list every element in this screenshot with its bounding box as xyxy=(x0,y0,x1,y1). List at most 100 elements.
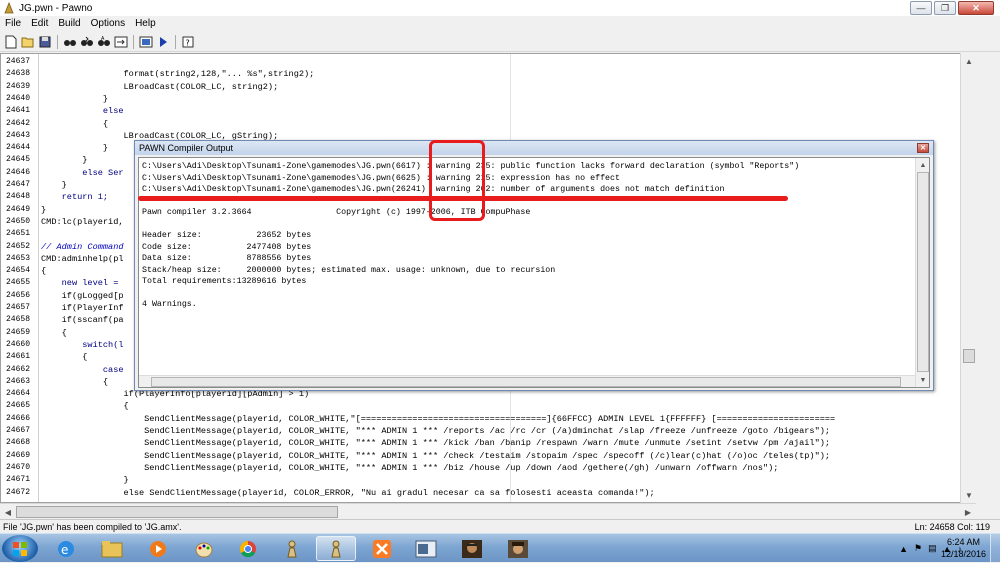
line-number: 24656 xyxy=(6,290,31,300)
code-line[interactable]: else Ser xyxy=(41,167,123,179)
find-next-icon[interactable] xyxy=(79,34,95,50)
open-folder-icon[interactable] xyxy=(20,34,36,50)
maximize-button[interactable]: ❐ xyxy=(934,1,956,15)
menu-build[interactable]: Build xyxy=(53,18,85,29)
goto-icon[interactable] xyxy=(113,34,129,50)
line-number: 24657 xyxy=(6,303,31,312)
code-line[interactable]: SendClientMessage(playerid, COLOR_WHITE,… xyxy=(41,462,778,474)
compiler-output-text[interactable]: C:\Users\Adi\Desktop\Tsunami-Zone\gamemo… xyxy=(138,157,930,388)
code-line[interactable]: SendClientMessage(playerid, COLOR_WHITE,… xyxy=(41,413,835,425)
code-line[interactable]: new level = xyxy=(41,277,119,289)
menu-edit[interactable]: Edit xyxy=(26,18,53,29)
menu-help[interactable]: Help xyxy=(130,18,161,29)
scrollbar-thumb[interactable] xyxy=(16,506,338,518)
scroll-right-arrow-icon[interactable]: ▶ xyxy=(960,504,976,520)
scroll-up-arrow-icon[interactable]: ▲ xyxy=(961,53,977,69)
editor-horizontal-scrollbar[interactable]: ◀ ▶ xyxy=(0,503,976,519)
code-line[interactable]: switch(l xyxy=(41,339,123,351)
tray-arrow-icon[interactable]: ▲ xyxy=(899,544,908,554)
toolbar-separator xyxy=(133,34,134,49)
toolbar-separator xyxy=(175,34,176,49)
code-line[interactable]: CMD:lc(playerid, xyxy=(41,216,124,228)
menu-options[interactable]: Options xyxy=(86,18,130,29)
taskbar-pawno-icon[interactable] xyxy=(272,536,312,561)
replace-icon[interactable]: A xyxy=(96,34,112,50)
code-line[interactable]: } xyxy=(41,204,46,216)
code-line[interactable]: { xyxy=(41,118,108,130)
close-button[interactable]: ✕ xyxy=(958,1,994,15)
line-number: 24638 xyxy=(6,69,31,79)
taskbar-media-player-icon[interactable] xyxy=(138,536,178,561)
line-number: 24654 xyxy=(6,266,31,276)
scrollbar-thumb[interactable] xyxy=(963,349,975,363)
line-number: 24650 xyxy=(6,216,31,226)
code-line[interactable]: SendClientMessage(playerid, COLOR_WHITE,… xyxy=(41,425,830,437)
taskbar-internet-explorer-icon[interactable]: e xyxy=(46,536,86,561)
code-line[interactable]: format(string2,128,"... %s",string2); xyxy=(41,68,315,80)
code-line[interactable]: { xyxy=(41,400,129,412)
code-line[interactable]: else xyxy=(41,105,124,117)
scroll-down-arrow-icon[interactable]: ▼ xyxy=(961,487,977,503)
code-line[interactable]: // Admin Command xyxy=(41,241,124,253)
help-icon[interactable]: ? xyxy=(180,34,196,50)
line-number: 24661 xyxy=(6,352,31,362)
line-number: 24670 xyxy=(6,462,31,472)
compile-icon[interactable] xyxy=(138,34,154,50)
code-line[interactable]: } xyxy=(41,474,129,486)
taskbar-paint-icon[interactable] xyxy=(184,536,224,561)
editor-vertical-scrollbar[interactable]: ▲ ▼ xyxy=(960,53,976,503)
save-icon[interactable] xyxy=(37,34,53,50)
code-line[interactable]: { xyxy=(41,265,46,277)
code-line[interactable]: SendClientMessage(playerid, COLOR_WHITE,… xyxy=(41,437,830,449)
code-line[interactable]: else SendClientMessage(playerid, COLOR_E… xyxy=(41,487,655,499)
taskbar-xampp-icon[interactable] xyxy=(362,536,402,561)
tray-network-icon[interactable]: ▤ xyxy=(928,543,937,554)
scrollbar-thumb[interactable] xyxy=(151,377,901,387)
code-line[interactable]: } xyxy=(41,154,87,166)
code-line[interactable]: } xyxy=(41,179,67,191)
code-line[interactable]: case xyxy=(41,364,124,376)
taskbar-pawno-active-icon[interactable] xyxy=(316,536,356,561)
code-line[interactable]: { xyxy=(41,376,108,388)
taskbar-clock[interactable]: 6:24 AM 12/18/2016 xyxy=(941,536,986,560)
show-desktop-button[interactable] xyxy=(990,534,1000,563)
code-line[interactable]: LBroadCast(COLOR_LC, string2); xyxy=(41,81,279,93)
minimize-button[interactable]: — xyxy=(910,1,932,15)
run-icon[interactable] xyxy=(155,34,171,50)
scroll-down-arrow-icon[interactable]: ▼ xyxy=(916,373,929,387)
code-line[interactable]: CMD:adminhelp(pl xyxy=(41,253,124,265)
scroll-up-arrow-icon[interactable]: ▲ xyxy=(916,158,929,172)
scrollbar-thumb[interactable] xyxy=(917,172,929,372)
taskbar-chrome-icon[interactable] xyxy=(228,536,268,561)
code-line[interactable]: } xyxy=(41,93,108,105)
line-number: 24663 xyxy=(6,376,31,386)
code-line[interactable]: if(PlayerInf xyxy=(41,302,124,314)
start-button[interactable] xyxy=(2,535,38,562)
taskbar-app-window-icon[interactable] xyxy=(406,536,446,561)
compiler-output-line: Total requirements:13289616 bytes xyxy=(142,277,307,286)
tray-flag-icon[interactable]: ⚑ xyxy=(914,543,922,554)
dialog-close-button[interactable]: ✕ xyxy=(917,143,929,153)
line-number: 24658 xyxy=(6,315,31,325)
dialog-title-bar[interactable]: PAWN Compiler Output ✕ xyxy=(135,141,933,155)
code-line[interactable]: } xyxy=(41,142,108,154)
line-number: 24671 xyxy=(6,475,31,485)
scroll-left-arrow-icon[interactable]: ◀ xyxy=(0,504,16,520)
taskbar-explorer-icon[interactable] xyxy=(92,536,132,561)
new-file-icon[interactable] xyxy=(3,34,19,50)
compiler-output-line: Stack/heap size: 2000000 bytes; estimate… xyxy=(142,265,556,275)
code-line[interactable]: if(gLogged[p xyxy=(41,290,124,302)
code-line[interactable]: if(sscanf(pa xyxy=(41,314,124,326)
code-line[interactable]: { xyxy=(41,327,67,339)
dialog-vertical-scrollbar[interactable]: ▲ ▼ xyxy=(915,158,929,387)
taskbar-game-icon[interactable] xyxy=(452,536,492,561)
menu-file[interactable]: File xyxy=(0,18,26,29)
line-number: 24645 xyxy=(6,155,31,165)
code-line[interactable]: return 1; xyxy=(41,191,108,203)
code-line[interactable]: { xyxy=(41,351,87,363)
title-bar[interactable]: JG.pwn - Pawno — ❐ ✕ xyxy=(0,0,1000,16)
code-line[interactable]: SendClientMessage(playerid, COLOR_WHITE,… xyxy=(41,450,830,462)
dialog-horizontal-scrollbar[interactable] xyxy=(139,375,915,387)
find-icon[interactable] xyxy=(62,34,78,50)
taskbar-game-2-icon[interactable] xyxy=(498,536,538,561)
